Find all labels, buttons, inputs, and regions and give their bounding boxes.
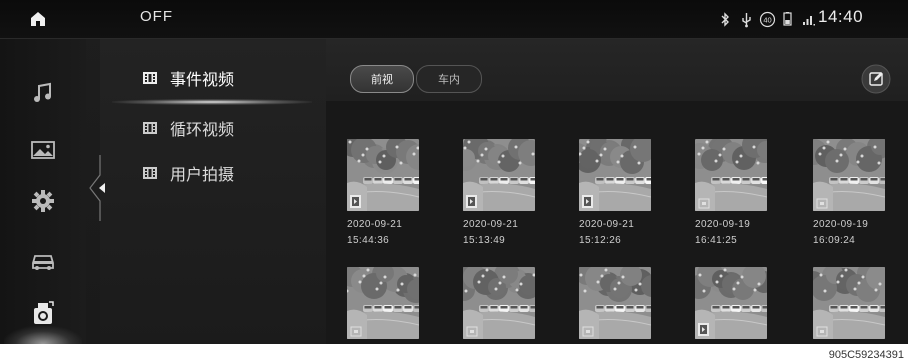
thumbnail[interactable]	[463, 267, 535, 339]
thumbnail-date: 2020-09-21	[347, 219, 403, 230]
thumbnail[interactable]	[463, 139, 535, 211]
settings-icon[interactable]	[28, 186, 58, 216]
category-loop-video[interactable]: 循环视频	[142, 115, 234, 141]
battery-icon	[783, 11, 792, 26]
category-label: 事件视频	[170, 70, 235, 89]
thumbnail[interactable]	[695, 267, 767, 339]
thumbnail-date: 2020-09-19	[695, 219, 751, 230]
thumbnail-time: 15:12:26	[579, 235, 622, 246]
gallery-icon[interactable]	[28, 135, 58, 165]
thumbnail[interactable]	[579, 267, 651, 339]
active-category-underline	[112, 99, 312, 105]
status-icons: 40	[717, 9, 818, 29]
camera-toolbar: 前视 车内	[326, 39, 908, 101]
film-icon	[143, 122, 157, 134]
thumbnail-date: 2020-09-21	[579, 219, 635, 230]
active-rail-glow	[4, 326, 82, 344]
left-rail	[0, 39, 86, 344]
bluetooth-icon	[721, 11, 729, 27]
video-badge-icon	[579, 139, 651, 211]
speed-40-icon: 40	[759, 11, 776, 27]
film-icon	[143, 167, 157, 179]
thumbnail[interactable]	[813, 267, 885, 339]
category-event-video[interactable]: 事件视频	[142, 65, 234, 91]
video-badge-icon	[347, 139, 419, 211]
collapse-panel-button[interactable]	[88, 155, 118, 221]
dvr-camera-icon[interactable]	[28, 299, 58, 329]
category-user-capture[interactable]: 用户拍摄	[142, 160, 234, 186]
tab-interior-view[interactable]: 车内	[416, 65, 482, 93]
video-badge-icon	[463, 139, 535, 211]
thumbnail-date: 2020-09-21	[463, 219, 519, 230]
photo-badge-icon	[813, 139, 885, 211]
category-label: 用户拍摄	[170, 165, 235, 184]
photo-badge-icon	[695, 139, 767, 211]
thumbnail[interactable]	[347, 267, 419, 339]
media-grid-area: 前视 车内 2020-09-21 15:44:36 2020-09-21 15:13:…	[326, 39, 908, 344]
home-icon[interactable]	[28, 9, 48, 29]
thumbnail[interactable]	[695, 139, 767, 211]
film-icon	[143, 72, 157, 84]
thumbnail[interactable]	[347, 139, 419, 211]
status-mode-text: OFF	[140, 8, 173, 25]
category-label: 循环视频	[170, 120, 235, 139]
edit-icon[interactable]	[861, 64, 891, 94]
category-panel: 事件视频 循环视频 用户拍摄	[100, 39, 327, 344]
head-unit-screen: OFF 40 14:40 事件视频 循环视频 用户拍摄 前视 车内 2020-0…	[0, 0, 908, 344]
car-icon[interactable]	[28, 245, 58, 275]
signal-icon	[803, 15, 815, 25]
thumbnail-time: 16:09:24	[813, 235, 856, 246]
thumbnail[interactable]	[579, 139, 651, 211]
clock: 14:40	[818, 7, 864, 26]
thumbnail-time: 15:44:36	[347, 235, 390, 246]
thumbnail-date: 2020-09-19	[813, 219, 869, 230]
music-icon[interactable]	[28, 77, 58, 107]
tab-front-view[interactable]: 前视	[350, 65, 414, 93]
usb-icon	[742, 12, 751, 27]
chevron-left-icon	[99, 183, 105, 193]
thumbnail-time: 15:13:49	[463, 235, 506, 246]
status-bar: OFF 40 14:40	[0, 0, 908, 39]
figure-watermark: 905C59234391	[828, 349, 904, 361]
thumbnail[interactable]	[813, 139, 885, 211]
speed-badge-text: 40	[763, 15, 771, 24]
thumbnail-time: 16:41:25	[695, 235, 738, 246]
